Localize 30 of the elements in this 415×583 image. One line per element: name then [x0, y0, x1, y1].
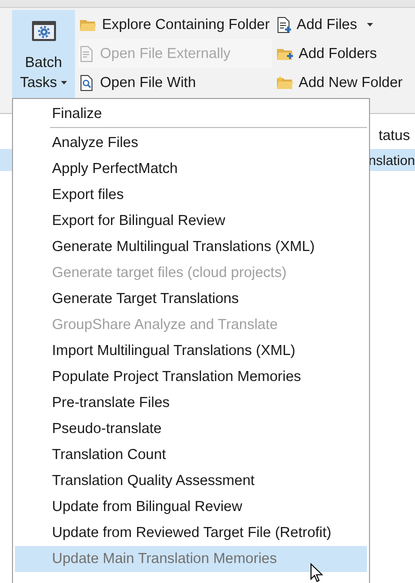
ribbon-button[interactable]: Add Files [274, 10, 405, 39]
menu-item[interactable]: Translation Quality Assessment [15, 468, 367, 494]
folder-star-icon [276, 76, 293, 90]
folder-icon [80, 18, 96, 32]
menu-item[interactable]: Finalize [15, 101, 367, 127]
menu-item[interactable]: Import Multilingual Translations (XML) [15, 338, 367, 364]
table-cell: nslation [368, 152, 415, 168]
document-search-icon [80, 74, 94, 90]
ribbon-button[interactable]: Add New Folder [274, 68, 405, 97]
menu-item[interactable]: Apply PerfectMatch [15, 156, 367, 182]
menu-item[interactable]: Populate Project Translation Memories [15, 364, 367, 390]
menu-item[interactable]: Generate Target Translations [15, 286, 367, 312]
document-plus-icon [276, 16, 291, 32]
menu-item[interactable]: Update from Bilingual Review [15, 494, 367, 520]
menu-item[interactable]: Update from Reviewed Target File (Retrofit) [15, 520, 367, 546]
column-header: tatus [378, 128, 411, 144]
document-icon [80, 46, 94, 62]
menu-item[interactable]: Export for Bilingual Review [15, 208, 367, 234]
folder-plus-icon [276, 46, 293, 60]
menu-item[interactable]: Export files [15, 182, 367, 208]
menu-item[interactable]: Translation Count [15, 442, 367, 468]
menu-item[interactable]: Analyze Files [15, 130, 367, 156]
menu-item[interactable]: Generate Multilingual Translations (XML) [15, 234, 367, 260]
ribbon-button[interactable]: Add Folders [274, 39, 405, 68]
ribbon-button[interactable]: Open File With [78, 68, 272, 97]
settings-icon [30, 20, 56, 42]
menu-item[interactable]: Pseudo-translate [15, 416, 367, 442]
ribbon-button[interactable]: Explore Containing Folder [78, 10, 272, 39]
batch-tasks-button[interactable]: Batch Tasks [12, 10, 75, 98]
menu-item[interactable]: Pre-translate Files [15, 390, 367, 416]
